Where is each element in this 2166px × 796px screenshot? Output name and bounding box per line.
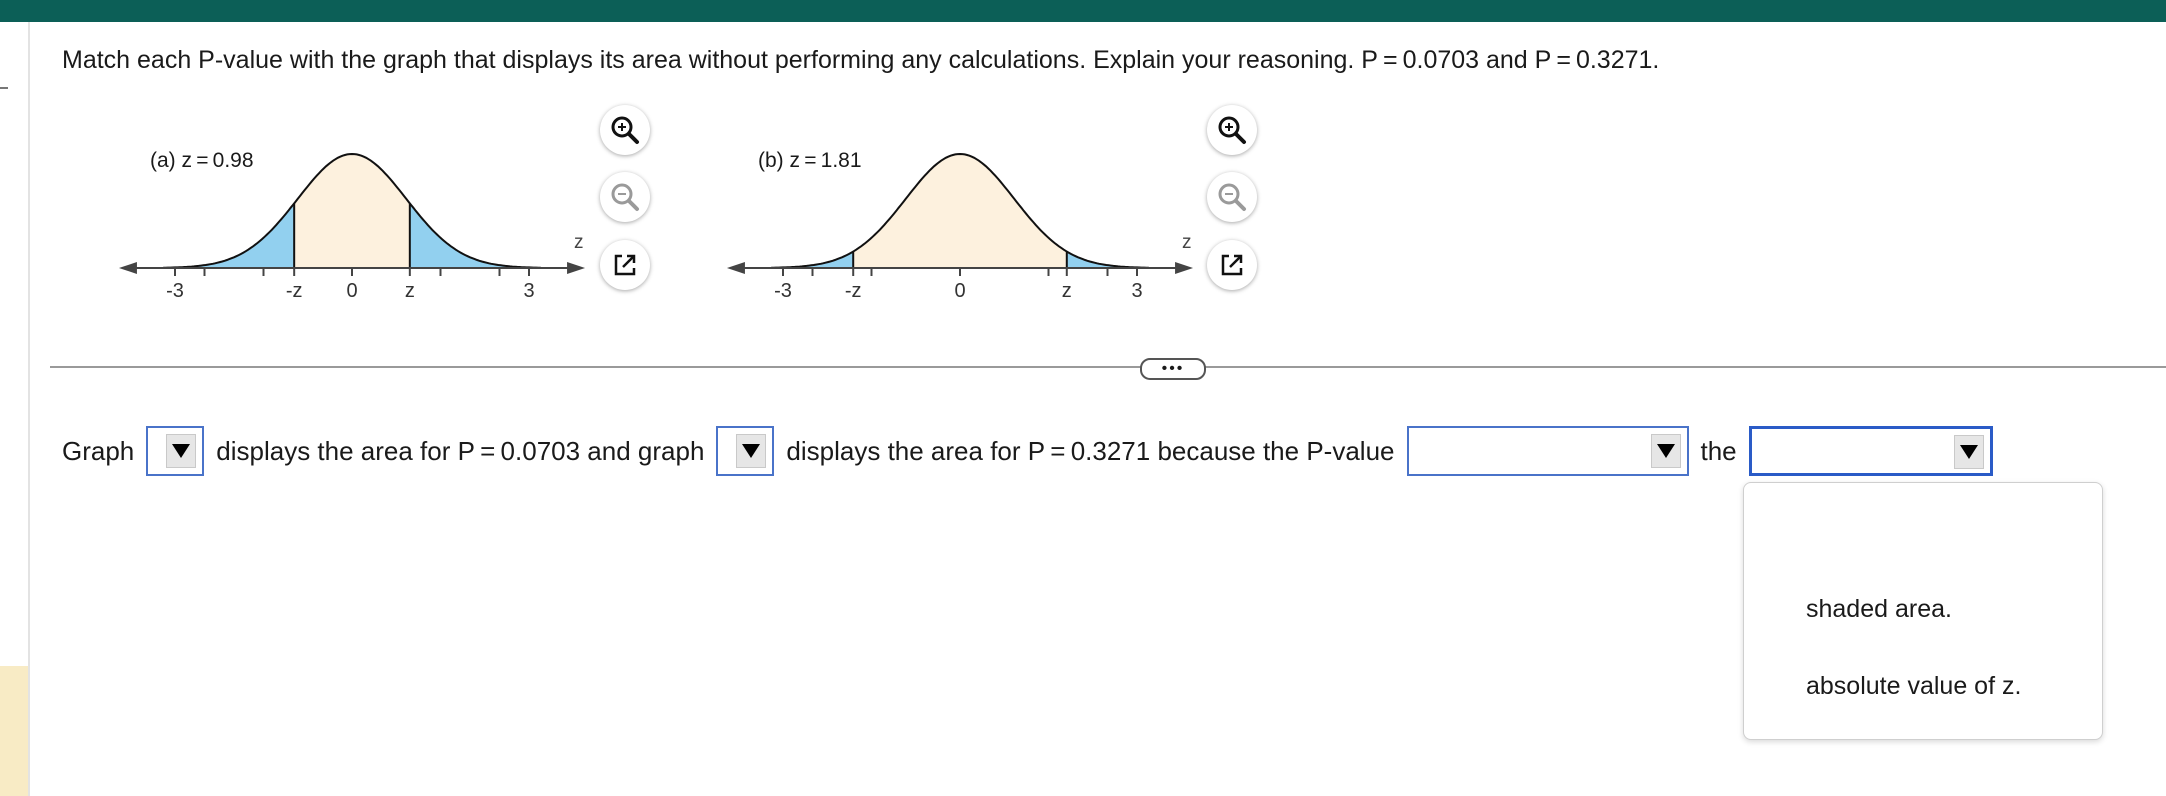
graph-a-open-external-button[interactable] xyxy=(600,240,650,290)
graph-a-axis-right-arrow xyxy=(567,262,586,274)
open-external-icon xyxy=(614,254,636,276)
answer-word-the: the xyxy=(1700,435,1737,466)
graph-b-zoom-out-button[interactable] xyxy=(1207,172,1257,222)
graph-b-axis-right-arrow xyxy=(1175,262,1194,274)
dropdown-arrow-icon xyxy=(166,434,197,468)
left-margin-divider xyxy=(28,22,30,796)
graph-b-open-external-button[interactable] xyxy=(1207,240,1257,290)
zoom-in-icon xyxy=(1218,116,1246,144)
graph-b-tick-label-4: 3 xyxy=(1131,280,1142,302)
graph-b-center-area xyxy=(853,154,1067,268)
graph-b-axis-name: z xyxy=(1182,232,1192,253)
graph-a-tick-label-3: z xyxy=(405,280,415,302)
answer-text-1: displays the area for P = 0.0703 and gra… xyxy=(216,435,705,466)
graph-a-normal-curve: -3 -z 0 z 3 (a) z = 0.98 z xyxy=(118,149,586,302)
left-margin-dash xyxy=(0,87,8,89)
answer-sentence: Graph displays the area for P = 0.0703 a… xyxy=(62,425,1993,477)
graph-a-axis-left-arrow xyxy=(118,262,137,274)
more-options-button[interactable]: ••• xyxy=(1140,358,1206,380)
graph-a-zoom-in-button[interactable] xyxy=(600,105,650,155)
answer-word-graph: Graph xyxy=(62,435,135,466)
graph-a-center-area xyxy=(294,154,410,268)
zoom-in-icon xyxy=(611,116,639,144)
answer-text-2: displays the area for P = 0.3271 because… xyxy=(786,435,1395,466)
zoom-out-icon xyxy=(611,183,639,211)
question-text: Match each P-value with the graph that d… xyxy=(62,46,1660,74)
dropdown-menu: shaded area. absolute value of z. xyxy=(1743,482,2103,740)
graph-a-tick-label-1: -z xyxy=(286,280,303,302)
graph-a-zoom-out-button[interactable] xyxy=(600,172,650,222)
reason-dropdown-2[interactable] xyxy=(1748,426,1993,476)
open-external-icon xyxy=(1221,254,1243,276)
graph-a-tick-label-2: 0 xyxy=(346,280,357,302)
left-side-panel xyxy=(0,666,28,796)
graph-b-tick-label-3: z xyxy=(1062,280,1072,302)
graph-choice-dropdown-1[interactable] xyxy=(146,426,205,476)
dropdown-arrow-icon xyxy=(1953,435,1984,469)
section-divider xyxy=(50,366,2166,368)
graph-b-tick-label-1: -z xyxy=(845,280,862,302)
graph-a-tick-label-0: -3 xyxy=(166,280,184,302)
graph-a-tick-label-4: 3 xyxy=(523,280,534,302)
dropdown-arrow-icon xyxy=(736,434,767,468)
graph-b-zoom-in-button[interactable] xyxy=(1207,105,1257,155)
graph-a-axis-name: z xyxy=(574,232,584,253)
graph-choice-dropdown-2[interactable] xyxy=(716,426,775,476)
graph-b-label: (b) z = 1.81 xyxy=(758,149,862,172)
dropdown-arrow-icon xyxy=(1650,434,1681,468)
graph-b-tick-label-0: -3 xyxy=(774,280,792,302)
graph-b-tick-label-2: 0 xyxy=(954,280,965,302)
zoom-out-icon xyxy=(1218,183,1246,211)
graph-b-normal-curve: -3 -z 0 z 3 (b) z = 1.81 z xyxy=(726,149,1194,302)
graph-b-axis-left-arrow xyxy=(726,262,745,274)
menu-option-absolute-value-z[interactable]: absolute value of z. xyxy=(1806,672,2021,701)
menu-option-shaded-area[interactable]: shaded area. xyxy=(1806,595,1952,624)
graph-a-label: (a) z = 0.98 xyxy=(150,149,254,172)
top-header-bar xyxy=(0,0,2166,22)
reason-dropdown-1[interactable] xyxy=(1406,426,1689,476)
